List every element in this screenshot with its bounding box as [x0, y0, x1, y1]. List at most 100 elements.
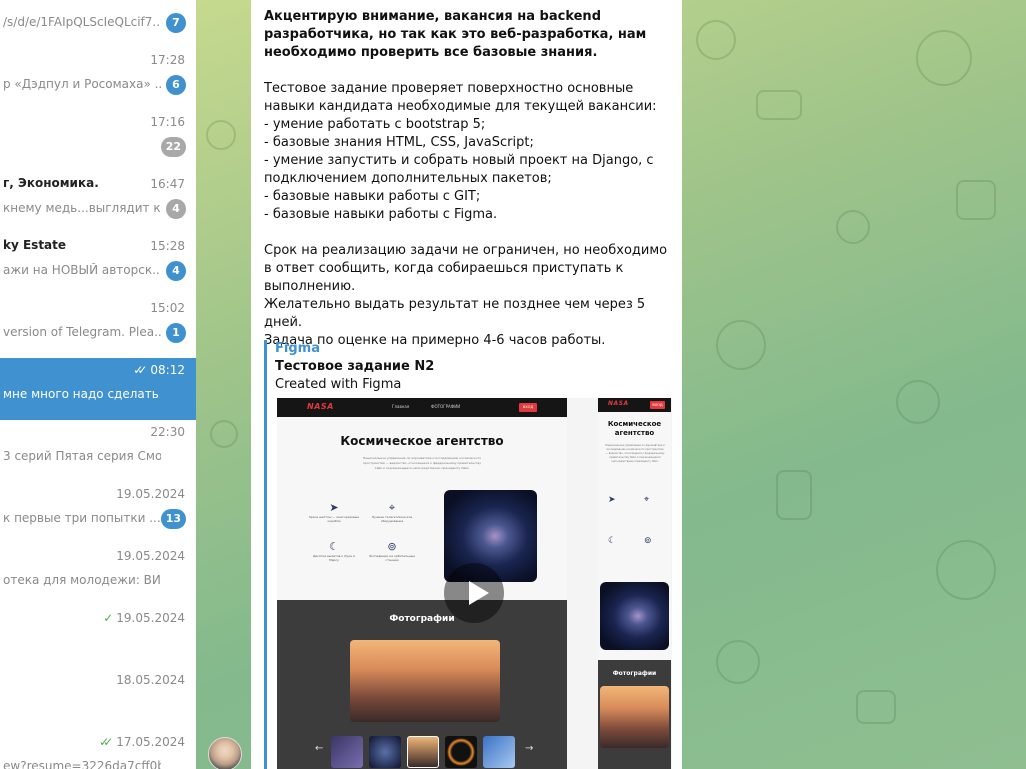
mockup-mobile-frame: NASA ВХОД Космическое агентство Национал… — [598, 398, 671, 769]
chat-list-item[interactable]: 17:16 22 — [0, 110, 196, 172]
chat-time: 22:30 — [150, 425, 185, 439]
mockup-feature: ⌖ Лучшее телескопическое оборудование — [367, 501, 417, 523]
chat-list-item[interactable]: ✓✓17.05.2024 ew?resume=3226da7cff0be9... — [0, 730, 196, 769]
mockup-mobile-photos-section: Фотографии — [598, 660, 671, 769]
mockup-mobile-hero-title: Космическое агентство — [607, 420, 662, 437]
mockup-feature: ☾ Десятки вылетов к Луне и Марсу — [309, 540, 359, 562]
mockup-mobile-navbar: NASA ВХОД — [598, 398, 671, 412]
doodle-pattern — [716, 640, 760, 684]
mockup-feature: ➤ Space шаттлы — многоразовые корабли — [309, 501, 359, 523]
chat-time: ✓✓ 08:12 — [133, 363, 185, 377]
chat-time: 18.05.2024 — [116, 673, 185, 687]
chat-preview: кнему медь...выглядит к... — [3, 201, 161, 215]
chat-list-item[interactable]: 19.05.2024 к первые три попытки ... 13 — [0, 482, 196, 544]
chat-list-item[interactable]: г, Экономика. 16:47 кнему медь...выглядит … — [0, 172, 196, 234]
mockup-nav-link: ФОТОГРАФИИ — [431, 404, 461, 409]
satellite-icon: ⊚ — [387, 540, 397, 553]
shuttle-icon: ➤ — [608, 495, 616, 505]
gallery-thumbnail — [407, 736, 439, 768]
mockup-mobile-subtitle: Национальное управление по аэронавтике и… — [605, 444, 665, 463]
nasa-logo: NASA — [608, 400, 629, 407]
telescope-icon: ⌖ — [644, 495, 650, 505]
mockup-nav-link: Главная — [392, 404, 410, 409]
chat-time: ✓✓ 17.05.2024 — [99, 735, 185, 749]
doodle-pattern — [206, 120, 236, 150]
read-checkmark-icon: ✓✓ — [99, 735, 113, 749]
gallery-thumbnail — [331, 736, 363, 768]
chat-preview: /s/d/e/1FAIpQLScIeQLcif7... — [3, 15, 161, 29]
message-bubble[interactable]: Акцентирую внимание, вакансия на backend… — [251, 0, 682, 769]
mockup-desktop-frame: NASA Главная ФОТОГРАФИИ ВХОД Космическое… — [277, 398, 567, 769]
chat-time: 19.05.2024 — [116, 549, 185, 563]
doodle-pattern — [896, 380, 940, 424]
mockup-navbar: NASA Главная ФОТОГРАФИИ ВХОД — [277, 398, 567, 417]
mockup-login-button: ВХОД — [519, 403, 537, 412]
doodle-pattern — [210, 420, 238, 448]
unread-badge: 7 — [166, 13, 186, 33]
chat-list-item[interactable]: 18.05.2024 — [0, 668, 196, 730]
unread-badge: 22 — [160, 137, 186, 157]
sunset-photo — [600, 686, 669, 748]
chat-time-text: 15:28 — [150, 239, 185, 253]
unread-badge: 4 — [166, 199, 186, 219]
galaxy-image — [600, 582, 669, 650]
read-checkmark-icon: ✓✓ — [133, 363, 147, 377]
chat-title: г, Экономика. — [3, 176, 99, 190]
chat-time: 16:47 — [150, 177, 185, 191]
chat-time-text: 08:12 — [150, 363, 185, 377]
chat-list-item[interactable]: ✓✓08:12 мне много надо сделать (т... — [0, 358, 196, 420]
gallery-thumbnail — [483, 736, 515, 768]
sunset-photo — [350, 640, 500, 722]
doodle-pattern — [696, 20, 736, 60]
chat-list-item[interactable]: 19.05.2024 отека для молодежи: ВИДЕ... — [0, 544, 196, 606]
chat-list-item[interactable]: ky Estate 15:28 ажи на НОВЫЙ авторск... 4 — [0, 234, 196, 296]
chat-preview: 3 серий Пятая серия Смотр... — [3, 449, 161, 463]
arrow-right-icon: → — [525, 743, 534, 754]
chat-list-item[interactable]: /s/d/e/1FAIpQLScIeQLcif7... 7 — [0, 0, 196, 48]
mockup-login-button: ВХОД — [650, 401, 665, 409]
doodle-pattern — [756, 90, 802, 120]
chat-time-text: 17:28 — [150, 53, 185, 67]
nasa-logo: NASA — [307, 402, 334, 411]
chat-time: ✓ 19.05.2024 — [103, 611, 185, 625]
play-icon — [469, 581, 489, 605]
mockup-mobile-photos-title: Фотографии — [612, 670, 657, 677]
doodle-pattern — [776, 470, 812, 520]
mockup-hero-subtitle: Национальное управление по аэронавтике и… — [362, 456, 482, 470]
mockup-photos-section: Фотографии ← → — [277, 600, 567, 769]
chat-preview: к первые три попытки ... — [3, 511, 161, 525]
chat-preview: ew?resume=3226da7cff0be9... — [3, 759, 161, 769]
chat-time-text: 16:47 — [150, 177, 185, 191]
link-preview[interactable]: Figma Тестовое задание N2 Created with F… — [264, 340, 674, 769]
read-checkmark-icon: ✓ — [103, 611, 113, 625]
chat-list-item[interactable]: ✓ 19.05.2024 — [0, 606, 196, 668]
telescope-icon: ⌖ — [388, 501, 396, 514]
doodle-pattern — [716, 320, 766, 370]
link-preview-title: Тестовое задание N2 — [275, 359, 435, 374]
chat-list-item[interactable]: 22:30 3 серий Пятая серия Смотр... — [0, 420, 196, 482]
unread-badge: 6 — [166, 75, 186, 95]
chat-list-item[interactable]: 17:28 р «Дэдпул и Росомаха» ... 6 — [0, 48, 196, 110]
chat-time-text: 18.05.2024 — [116, 673, 185, 687]
chat-time-text: 19.05.2024 — [116, 549, 185, 563]
link-preview-image[interactable]: NASA Главная ФОТОГРАФИИ ВХОД Космическое… — [277, 398, 672, 769]
sender-avatar[interactable] — [208, 737, 242, 769]
satellite-icon: ⊚ — [644, 536, 652, 546]
link-preview-site-name[interactable]: Figma — [275, 340, 674, 358]
mockup-feature: ⊚ Экспедиции на орбитальные станции — [368, 540, 416, 562]
chat-preview: р «Дэдпул и Росомаха» ... — [3, 77, 161, 91]
doodle-pattern — [856, 690, 896, 724]
chat-time: 15:28 — [150, 239, 185, 253]
play-button[interactable] — [444, 563, 504, 623]
chat-list-item[interactable]: 15:02 version of Telegram. Plea... 1 — [0, 296, 196, 358]
chat-title: ky Estate — [3, 238, 67, 252]
arrow-left-icon: ← — [315, 743, 324, 754]
doodle-pattern — [936, 540, 996, 600]
doodle-pattern — [836, 210, 870, 244]
chat-time: 19.05.2024 — [116, 487, 185, 501]
message-body-text: Тестовое задание проверяет поверхностно … — [264, 81, 668, 348]
unread-badge: 1 — [166, 323, 186, 343]
chat-time-text: 15:02 — [150, 301, 185, 315]
chat-time-text: 19.05.2024 — [116, 487, 185, 501]
chat-time-text: 17.05.2024 — [116, 735, 185, 749]
